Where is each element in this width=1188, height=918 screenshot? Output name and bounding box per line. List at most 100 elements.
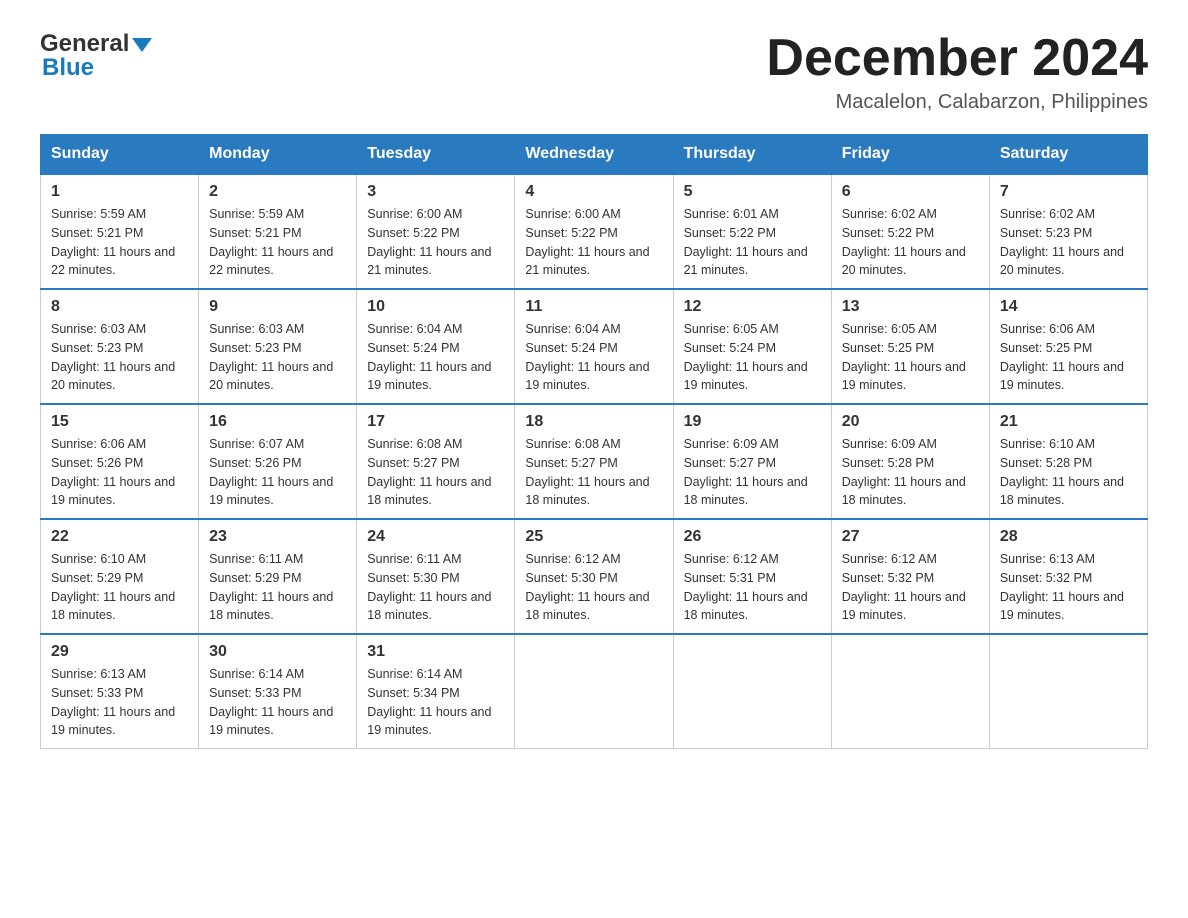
calendar-day-cell: 6 Sunrise: 6:02 AMSunset: 5:22 PMDaylight…: [831, 174, 989, 289]
day-info: Sunrise: 6:14 AMSunset: 5:34 PMDaylight:…: [367, 665, 504, 740]
day-number: 10: [367, 298, 504, 316]
day-number: 1: [51, 183, 188, 201]
column-header-monday: Monday: [199, 135, 357, 175]
logo-blue-text: Blue: [42, 54, 94, 82]
day-info: Sunrise: 6:09 AMSunset: 5:27 PMDaylight:…: [684, 435, 821, 510]
day-info: Sunrise: 6:01 AMSunset: 5:22 PMDaylight:…: [684, 205, 821, 280]
day-number: 5: [684, 183, 821, 201]
calendar-day-cell: 10 Sunrise: 6:04 AMSunset: 5:24 PMDayligh…: [357, 289, 515, 404]
calendar-week-row: 15Sunrise: 6:06 AMSunset: 5:26 PMDayligh…: [41, 404, 1148, 519]
day-info: Sunrise: 6:00 AMSunset: 5:22 PMDaylight:…: [367, 205, 504, 280]
calendar-day-cell: 20 Sunrise: 6:09 AMSunset: 5:28 PMDayligh…: [831, 404, 989, 519]
day-info: Sunrise: 6:11 AMSunset: 5:30 PMDaylight:…: [367, 550, 504, 625]
day-number: 19: [684, 413, 821, 431]
day-number: 25: [525, 528, 662, 546]
day-info: Sunrise: 6:12 AMSunset: 5:31 PMDaylight:…: [684, 550, 821, 625]
calendar-day-cell: 22Sunrise: 6:10 AMSunset: 5:29 PMDayligh…: [41, 519, 199, 634]
calendar-day-cell: 29 Sunrise: 6:13 AMSunset: 5:33 PMDayligh…: [41, 634, 199, 749]
calendar-day-cell: 15Sunrise: 6:06 AMSunset: 5:26 PMDayligh…: [41, 404, 199, 519]
day-number: 30: [209, 643, 346, 661]
column-header-tuesday: Tuesday: [357, 135, 515, 175]
day-info: Sunrise: 6:05 AMSunset: 5:24 PMDaylight:…: [684, 320, 821, 395]
calendar-day-cell: 11 Sunrise: 6:04 AMSunset: 5:24 PMDayligh…: [515, 289, 673, 404]
day-number: 11: [525, 298, 662, 316]
calendar-day-cell: 24 Sunrise: 6:11 AMSunset: 5:30 PMDayligh…: [357, 519, 515, 634]
calendar-day-cell: 7 Sunrise: 6:02 AMSunset: 5:23 PMDaylight…: [989, 174, 1147, 289]
page-header: General Blue December 2024 Macalelon, Ca…: [40, 30, 1148, 114]
calendar-day-cell: 12 Sunrise: 6:05 AMSunset: 5:24 PMDayligh…: [673, 289, 831, 404]
day-info: Sunrise: 5:59 AMSunset: 5:21 PMDaylight:…: [51, 205, 188, 280]
day-info: Sunrise: 6:13 AMSunset: 5:32 PMDaylight:…: [1000, 550, 1137, 625]
day-number: 26: [684, 528, 821, 546]
day-info: Sunrise: 6:03 AMSunset: 5:23 PMDaylight:…: [51, 320, 188, 395]
day-number: 29: [51, 643, 188, 661]
day-info: Sunrise: 6:12 AMSunset: 5:32 PMDaylight:…: [842, 550, 979, 625]
column-header-wednesday: Wednesday: [515, 135, 673, 175]
calendar-day-cell: 13 Sunrise: 6:05 AMSunset: 5:25 PMDayligh…: [831, 289, 989, 404]
day-info: Sunrise: 6:04 AMSunset: 5:24 PMDaylight:…: [367, 320, 504, 395]
calendar-day-cell: 8 Sunrise: 6:03 AMSunset: 5:23 PMDaylight…: [41, 289, 199, 404]
logo-triangle-icon: [132, 38, 152, 52]
day-info: Sunrise: 6:05 AMSunset: 5:25 PMDaylight:…: [842, 320, 979, 395]
column-header-thursday: Thursday: [673, 135, 831, 175]
day-info: Sunrise: 6:06 AMSunset: 5:25 PMDaylight:…: [1000, 320, 1137, 395]
calendar-table: SundayMondayTuesdayWednesdayThursdayFrid…: [40, 134, 1148, 749]
column-header-sunday: Sunday: [41, 135, 199, 175]
calendar-day-cell: 27 Sunrise: 6:12 AMSunset: 5:32 PMDayligh…: [831, 519, 989, 634]
calendar-day-cell: 26 Sunrise: 6:12 AMSunset: 5:31 PMDayligh…: [673, 519, 831, 634]
day-info: Sunrise: 6:08 AMSunset: 5:27 PMDaylight:…: [367, 435, 504, 510]
day-info: Sunrise: 6:11 AMSunset: 5:29 PMDaylight:…: [209, 550, 346, 625]
day-info: Sunrise: 6:13 AMSunset: 5:33 PMDaylight:…: [51, 665, 188, 740]
day-info: Sunrise: 6:02 AMSunset: 5:22 PMDaylight:…: [842, 205, 979, 280]
calendar-day-cell: [673, 634, 831, 749]
day-number: 24: [367, 528, 504, 546]
calendar-day-cell: [515, 634, 673, 749]
day-number: 7: [1000, 183, 1137, 201]
day-number: 2: [209, 183, 346, 201]
day-info: Sunrise: 6:10 AMSunset: 5:28 PMDaylight:…: [1000, 435, 1137, 510]
calendar-day-cell: 3 Sunrise: 6:00 AMSunset: 5:22 PMDaylight…: [357, 174, 515, 289]
day-info: Sunrise: 6:02 AMSunset: 5:23 PMDaylight:…: [1000, 205, 1137, 280]
day-number: 8: [51, 298, 188, 316]
day-info: Sunrise: 5:59 AMSunset: 5:21 PMDaylight:…: [209, 205, 346, 280]
day-info: Sunrise: 6:00 AMSunset: 5:22 PMDaylight:…: [525, 205, 662, 280]
day-info: Sunrise: 6:03 AMSunset: 5:23 PMDaylight:…: [209, 320, 346, 395]
calendar-week-row: 22Sunrise: 6:10 AMSunset: 5:29 PMDayligh…: [41, 519, 1148, 634]
calendar-day-cell: 16Sunrise: 6:07 AMSunset: 5:26 PMDayligh…: [199, 404, 357, 519]
day-number: 3: [367, 183, 504, 201]
logo: General Blue: [40, 30, 152, 82]
day-number: 20: [842, 413, 979, 431]
day-number: 28: [1000, 528, 1137, 546]
day-number: 12: [684, 298, 821, 316]
day-info: Sunrise: 6:14 AMSunset: 5:33 PMDaylight:…: [209, 665, 346, 740]
calendar-day-cell: [989, 634, 1147, 749]
day-number: 22: [51, 528, 188, 546]
day-number: 9: [209, 298, 346, 316]
calendar-day-cell: 31Sunrise: 6:14 AMSunset: 5:34 PMDayligh…: [357, 634, 515, 749]
calendar-day-cell: 14Sunrise: 6:06 AMSunset: 5:25 PMDayligh…: [989, 289, 1147, 404]
day-info: Sunrise: 6:12 AMSunset: 5:30 PMDaylight:…: [525, 550, 662, 625]
calendar-week-row: 8 Sunrise: 6:03 AMSunset: 5:23 PMDaylight…: [41, 289, 1148, 404]
day-number: 23: [209, 528, 346, 546]
calendar-day-cell: 2 Sunrise: 5:59 AMSunset: 5:21 PMDaylight…: [199, 174, 357, 289]
column-header-saturday: Saturday: [989, 135, 1147, 175]
day-info: Sunrise: 6:06 AMSunset: 5:26 PMDaylight:…: [51, 435, 188, 510]
day-number: 18: [525, 413, 662, 431]
calendar-header-row: SundayMondayTuesdayWednesdayThursdayFrid…: [41, 135, 1148, 175]
column-header-friday: Friday: [831, 135, 989, 175]
calendar-day-cell: 18 Sunrise: 6:08 AMSunset: 5:27 PMDayligh…: [515, 404, 673, 519]
day-info: Sunrise: 6:09 AMSunset: 5:28 PMDaylight:…: [842, 435, 979, 510]
day-number: 4: [525, 183, 662, 201]
calendar-day-cell: 23 Sunrise: 6:11 AMSunset: 5:29 PMDayligh…: [199, 519, 357, 634]
day-info: Sunrise: 6:08 AMSunset: 5:27 PMDaylight:…: [525, 435, 662, 510]
day-number: 27: [842, 528, 979, 546]
calendar-day-cell: 17Sunrise: 6:08 AMSunset: 5:27 PMDayligh…: [357, 404, 515, 519]
calendar-day-cell: 30 Sunrise: 6:14 AMSunset: 5:33 PMDayligh…: [199, 634, 357, 749]
day-info: Sunrise: 6:07 AMSunset: 5:26 PMDaylight:…: [209, 435, 346, 510]
day-info: Sunrise: 6:04 AMSunset: 5:24 PMDaylight:…: [525, 320, 662, 395]
calendar-day-cell: 1 Sunrise: 5:59 AMSunset: 5:21 PMDaylight…: [41, 174, 199, 289]
day-number: 13: [842, 298, 979, 316]
calendar-day-cell: 25 Sunrise: 6:12 AMSunset: 5:30 PMDayligh…: [515, 519, 673, 634]
day-number: 6: [842, 183, 979, 201]
calendar-day-cell: 4 Sunrise: 6:00 AMSunset: 5:22 PMDaylight…: [515, 174, 673, 289]
